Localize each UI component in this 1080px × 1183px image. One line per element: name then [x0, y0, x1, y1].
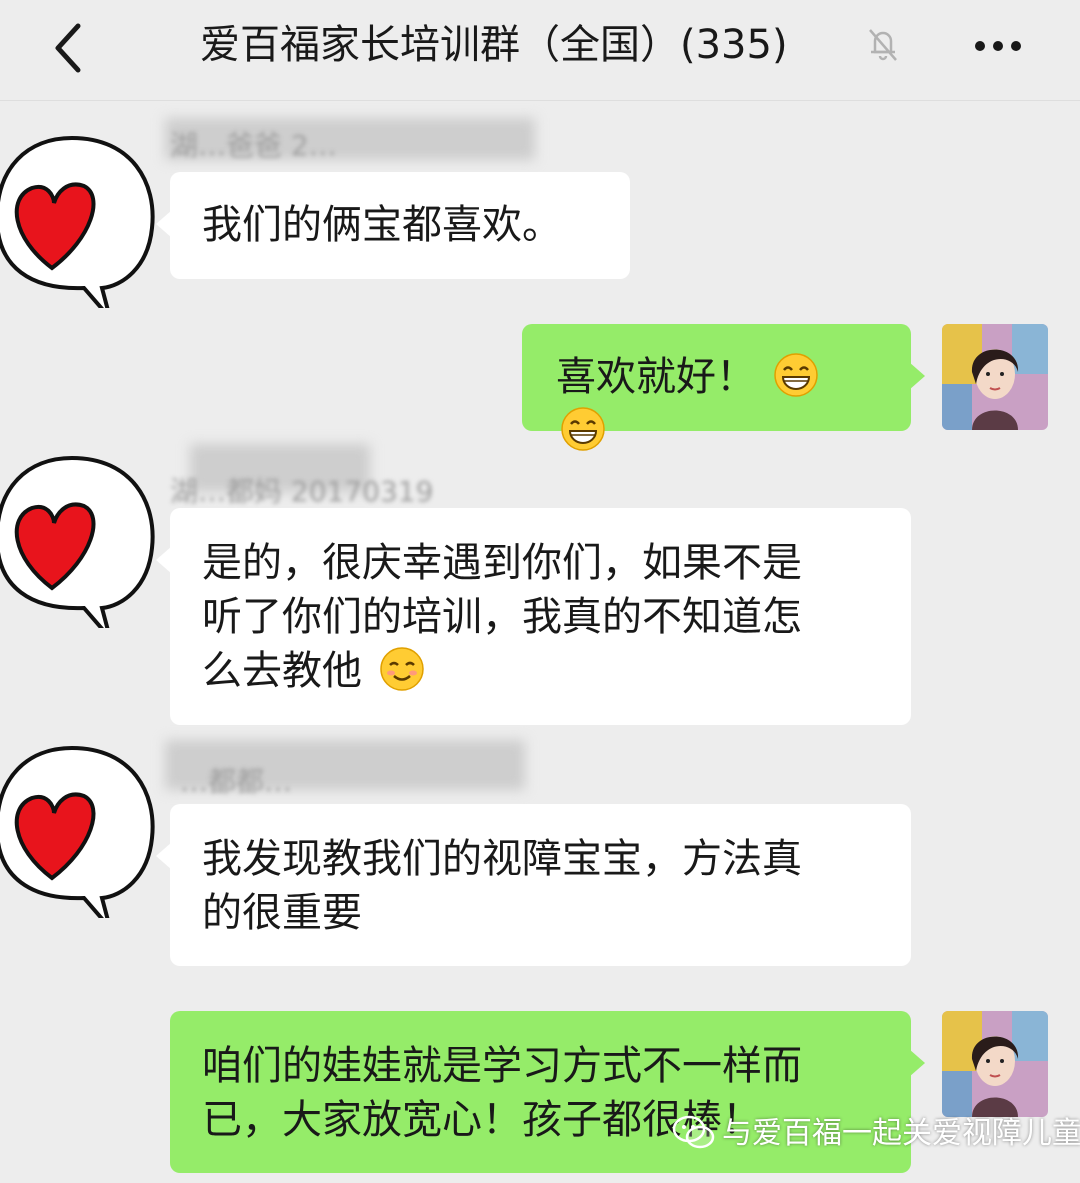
chat-title: 爱百福家长培训群（全国）(335)	[200, 22, 788, 68]
sender-name: …都都…	[180, 765, 293, 798]
message-text-line: 听了你们的培训，我真的不知道怎	[202, 594, 802, 640]
grin-emoji-icon	[561, 407, 605, 451]
message-text-line: 是的，很庆幸遇到你们，如果不是	[202, 540, 802, 586]
wechat-icon	[672, 1115, 715, 1149]
grin-emoji-icon	[773, 353, 818, 397]
heart-avatar-icon[interactable]	[0, 738, 162, 918]
heart-avatar-icon[interactable]	[0, 448, 162, 628]
message-text-line: 我发现教我们的视障宝宝，方法真	[202, 836, 802, 882]
message-text: 我们的俩宝都喜欢。	[202, 202, 562, 248]
watermark: 与爱百福一起关爱视障儿童	[672, 1112, 1080, 1156]
chevron-left-icon[interactable]	[40, 18, 100, 78]
sender-name: 湖…爸爸 2…	[170, 129, 337, 162]
message-bubble[interactable]: 我发现教我们的视障宝宝，方法真 的很重要	[156, 804, 911, 966]
message-bubble[interactable]: 是的，很庆幸遇到你们，如果不是 听了你们的培训，我真的不知道怎 么去教他	[156, 508, 911, 725]
message-bubble[interactable]: 我们的俩宝都喜欢。	[156, 172, 630, 279]
message-text-line: 的很重要	[202, 890, 362, 936]
message-text: 喜欢就好！	[556, 354, 756, 400]
chat-header: 爱百福家长培训群（全国）(335)	[0, 0, 1080, 101]
message-bubble[interactable]: 喜欢就好！	[522, 324, 925, 451]
message-text-line: 咱们的娃娃就是学习方式不一样而	[202, 1043, 802, 1089]
watermark-text: 与爱百福一起关爱视障儿童	[722, 1116, 1080, 1151]
heart-avatar-icon[interactable]	[0, 128, 162, 308]
user-avatar[interactable]	[942, 324, 1048, 430]
user-avatar[interactable]	[942, 1011, 1048, 1117]
sender-name: 湖…都妈 20170319	[170, 475, 434, 508]
more-dots-icon[interactable]	[970, 26, 1026, 66]
message-text-line: 么去教他	[202, 648, 362, 694]
smile-emoji-icon	[379, 647, 424, 691]
bell-off-icon	[869, 29, 897, 61]
